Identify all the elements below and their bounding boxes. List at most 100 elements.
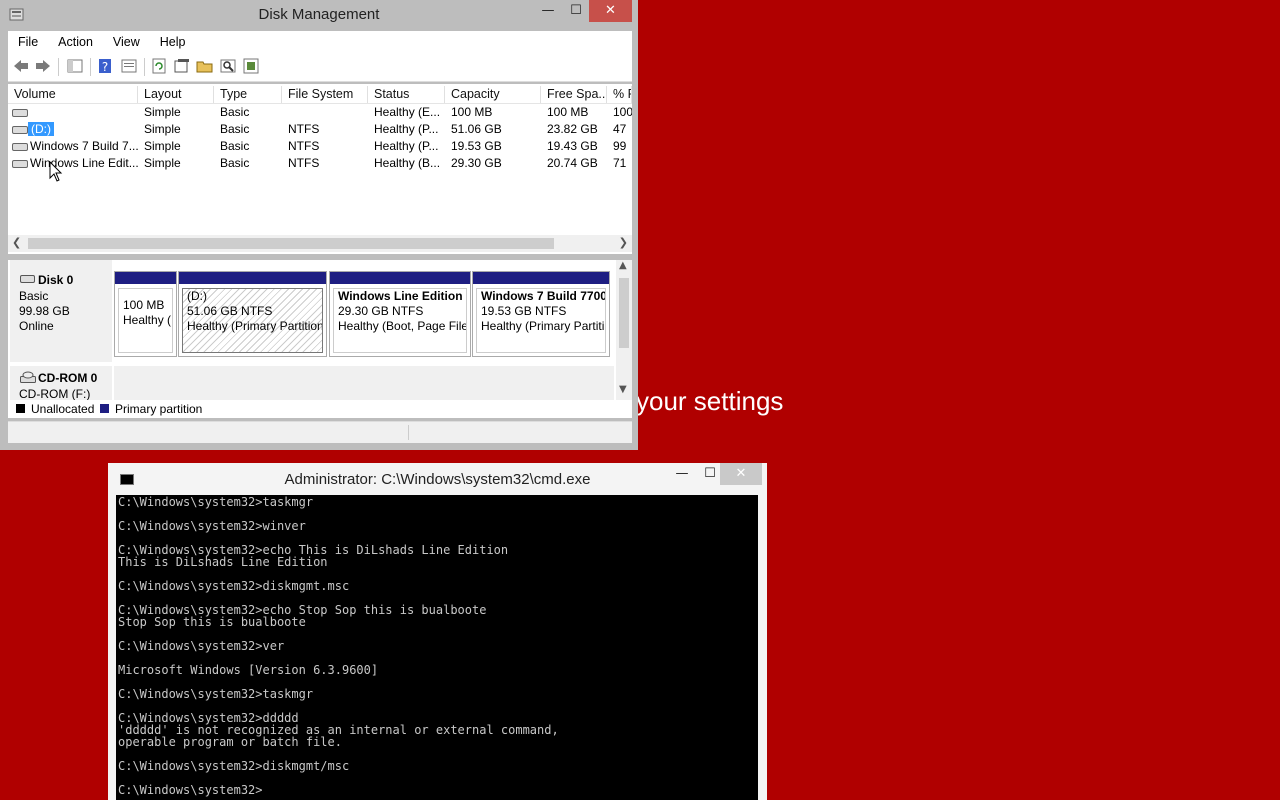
svg-text:?: ?	[102, 60, 108, 74]
minimize-button[interactable]: —	[534, 0, 562, 22]
cmd-window: Administrator: C:\Windows\system32\cmd.e…	[108, 463, 767, 800]
table-row[interactable]: (D:) Simple Basic NTFS Healthy (P... 51.…	[8, 121, 632, 138]
help-icon[interactable]: ?	[96, 57, 114, 75]
scroll-left-icon[interactable]: ❮	[12, 236, 21, 249]
legend: Unallocated Primary partition	[8, 400, 632, 418]
cmd-console-output[interactable]: C:\Windows\system32>taskmgr C:\Windows\sy…	[116, 495, 758, 800]
cell-volume: (D:)	[8, 121, 138, 138]
disk-graphical-view: Disk 0 Basic 99.98 GB Online 100 MB Heal…	[8, 260, 632, 400]
refresh-icon[interactable]	[150, 57, 168, 75]
column-type[interactable]: Type	[214, 86, 282, 103]
partition-size: 51.06 GB NTFS	[187, 304, 273, 318]
table-row[interactable]: Windows Line Edit... Simple Basic NTFS H…	[8, 155, 632, 172]
scrollbar-thumb[interactable]	[28, 238, 554, 249]
cell-percent-free: 47	[613, 122, 627, 136]
column-capacity[interactable]: Capacity	[445, 86, 541, 103]
properties-icon[interactable]	[120, 57, 138, 75]
explore-icon[interactable]	[219, 57, 237, 75]
volume-list: Volume Layout Type File System Status Ca…	[8, 84, 632, 254]
open-icon[interactable]	[196, 57, 214, 75]
column-layout[interactable]: Layout	[138, 86, 214, 103]
cdrom-area[interactable]	[114, 366, 614, 400]
cmd-close-button[interactable]: ✕	[720, 463, 762, 485]
disk-type: Basic	[19, 289, 49, 303]
hard-disk-icon	[20, 275, 35, 283]
rescan-icon[interactable]	[173, 57, 191, 75]
cell-status: Healthy (P...	[374, 139, 439, 153]
horizontal-scrollbar[interactable]: ❮ ❯	[8, 235, 632, 252]
disk-management-window: Disk Management — ☐ ✕ File Action View H…	[0, 0, 638, 450]
partition-color-bar	[115, 272, 176, 284]
disk-state: Online	[19, 319, 54, 333]
cell-capacity: 19.53 GB	[451, 139, 502, 153]
partition-size: 29.30 GB NTFS	[338, 304, 424, 318]
partition-title: Windows 7 Build 7700	[481, 289, 606, 303]
partition-d[interactable]: (D:) 51.06 GB NTFS Healthy (Primary Part…	[178, 271, 327, 357]
menu-help[interactable]: Help	[150, 35, 196, 49]
partition-color-bar	[330, 272, 470, 284]
title-bar[interactable]: Disk Management — ☐ ✕	[0, 0, 638, 30]
cell-file-system: NTFS	[288, 139, 320, 153]
table-row[interactable]: Simple Basic Healthy (E... 100 MB 100 MB…	[8, 104, 632, 121]
volume-icon	[12, 126, 28, 134]
scroll-down-icon[interactable]: ▼	[619, 384, 627, 395]
volume-icon	[12, 109, 28, 117]
partition-body: (D:) 51.06 GB NTFS Healthy (Primary Part…	[182, 288, 323, 353]
cell-layout: Simple	[144, 139, 181, 153]
cdrom-drive: CD-ROM (F:)	[19, 387, 91, 400]
vertical-scrollbar[interactable]: ▲ ▼	[616, 260, 632, 400]
cell-capacity: 51.06 GB	[451, 122, 502, 136]
forward-icon[interactable]	[34, 57, 52, 75]
volume-icon	[12, 160, 28, 168]
background-settings-text: your settings	[636, 386, 784, 416]
legend-primary-swatch	[100, 404, 109, 413]
toolbar-separator	[144, 58, 145, 76]
console-line: Stop Sop this is bualboote	[118, 615, 306, 629]
column-volume[interactable]: Volume	[8, 86, 138, 103]
partition-size: 100 MB	[123, 298, 165, 312]
cell-file-system	[282, 104, 368, 121]
scroll-right-icon[interactable]: ❯	[619, 236, 628, 249]
disk-size: 99.98 GB	[19, 304, 70, 318]
legend-primary-label: Primary partition	[115, 402, 203, 416]
legend-unallocated-swatch	[16, 404, 25, 413]
disk-0-label[interactable]: Disk 0 Basic 99.98 GB Online	[10, 260, 112, 362]
menu-view[interactable]: View	[103, 35, 150, 49]
menu-action[interactable]: Action	[48, 35, 103, 49]
scroll-up-icon[interactable]: ▲	[619, 260, 627, 271]
cmd-title-bar[interactable]: Administrator: C:\Windows\system32\cmd.e…	[108, 463, 767, 495]
cdrom-0-label[interactable]: CD-ROM 0 CD-ROM (F:)	[10, 366, 112, 400]
close-button[interactable]: ✕	[589, 0, 632, 22]
console-tree-icon[interactable]	[66, 57, 84, 75]
settings-icon[interactable]	[242, 57, 260, 75]
partition-status: Healthy (	[123, 313, 172, 327]
cell-free-space: 19.43 GB	[547, 139, 598, 153]
partition-system-reserved[interactable]: 100 MB Healthy (	[114, 271, 177, 357]
column-status[interactable]: Status	[368, 86, 445, 103]
back-icon[interactable]	[12, 57, 30, 75]
cell-type: Basic	[220, 105, 250, 119]
console-line: C:\Windows\system32>winver	[118, 519, 306, 533]
cdrom-icon	[20, 371, 36, 383]
column-percent-free[interactable]: % F	[607, 86, 632, 103]
table-row[interactable]: Windows 7 Build 7... Simple Basic NTFS H…	[8, 138, 632, 155]
scrollbar-thumb[interactable]	[619, 278, 629, 348]
partition-windows-7-build[interactable]: Windows 7 Build 7700 19.53 GB NTFS Healt…	[472, 271, 610, 357]
cell-volume	[8, 104, 138, 121]
console-line: Microsoft Windows [Version 6.3.9600]	[118, 663, 379, 677]
cell-status: Healthy (P...	[374, 122, 439, 136]
cell-capacity: 100 MB	[451, 105, 493, 119]
cmd-minimize-button[interactable]: —	[668, 463, 696, 485]
partition-status: Healthy (Primary Partition	[187, 319, 323, 333]
console-line: This is DiLshads Line Edition	[118, 555, 328, 569]
column-file-system[interactable]: File System	[282, 86, 368, 103]
column-header-row: Volume Layout Type File System Status Ca…	[8, 84, 632, 104]
menu-file[interactable]: File	[8, 35, 48, 49]
partition-status: Healthy (Primary Partiti	[481, 319, 605, 333]
maximize-button[interactable]: ☐	[562, 0, 590, 22]
partition-size: 19.53 GB NTFS	[481, 304, 567, 318]
column-free-space[interactable]: Free Spa...	[541, 86, 607, 103]
console-line: C:\Windows\system32>diskmgmt.msc	[118, 579, 350, 593]
partition-title: (D:)	[187, 289, 207, 303]
partition-windows-line-edition[interactable]: Windows Line Edition ( 29.30 GB NTFS Hea…	[329, 271, 471, 357]
